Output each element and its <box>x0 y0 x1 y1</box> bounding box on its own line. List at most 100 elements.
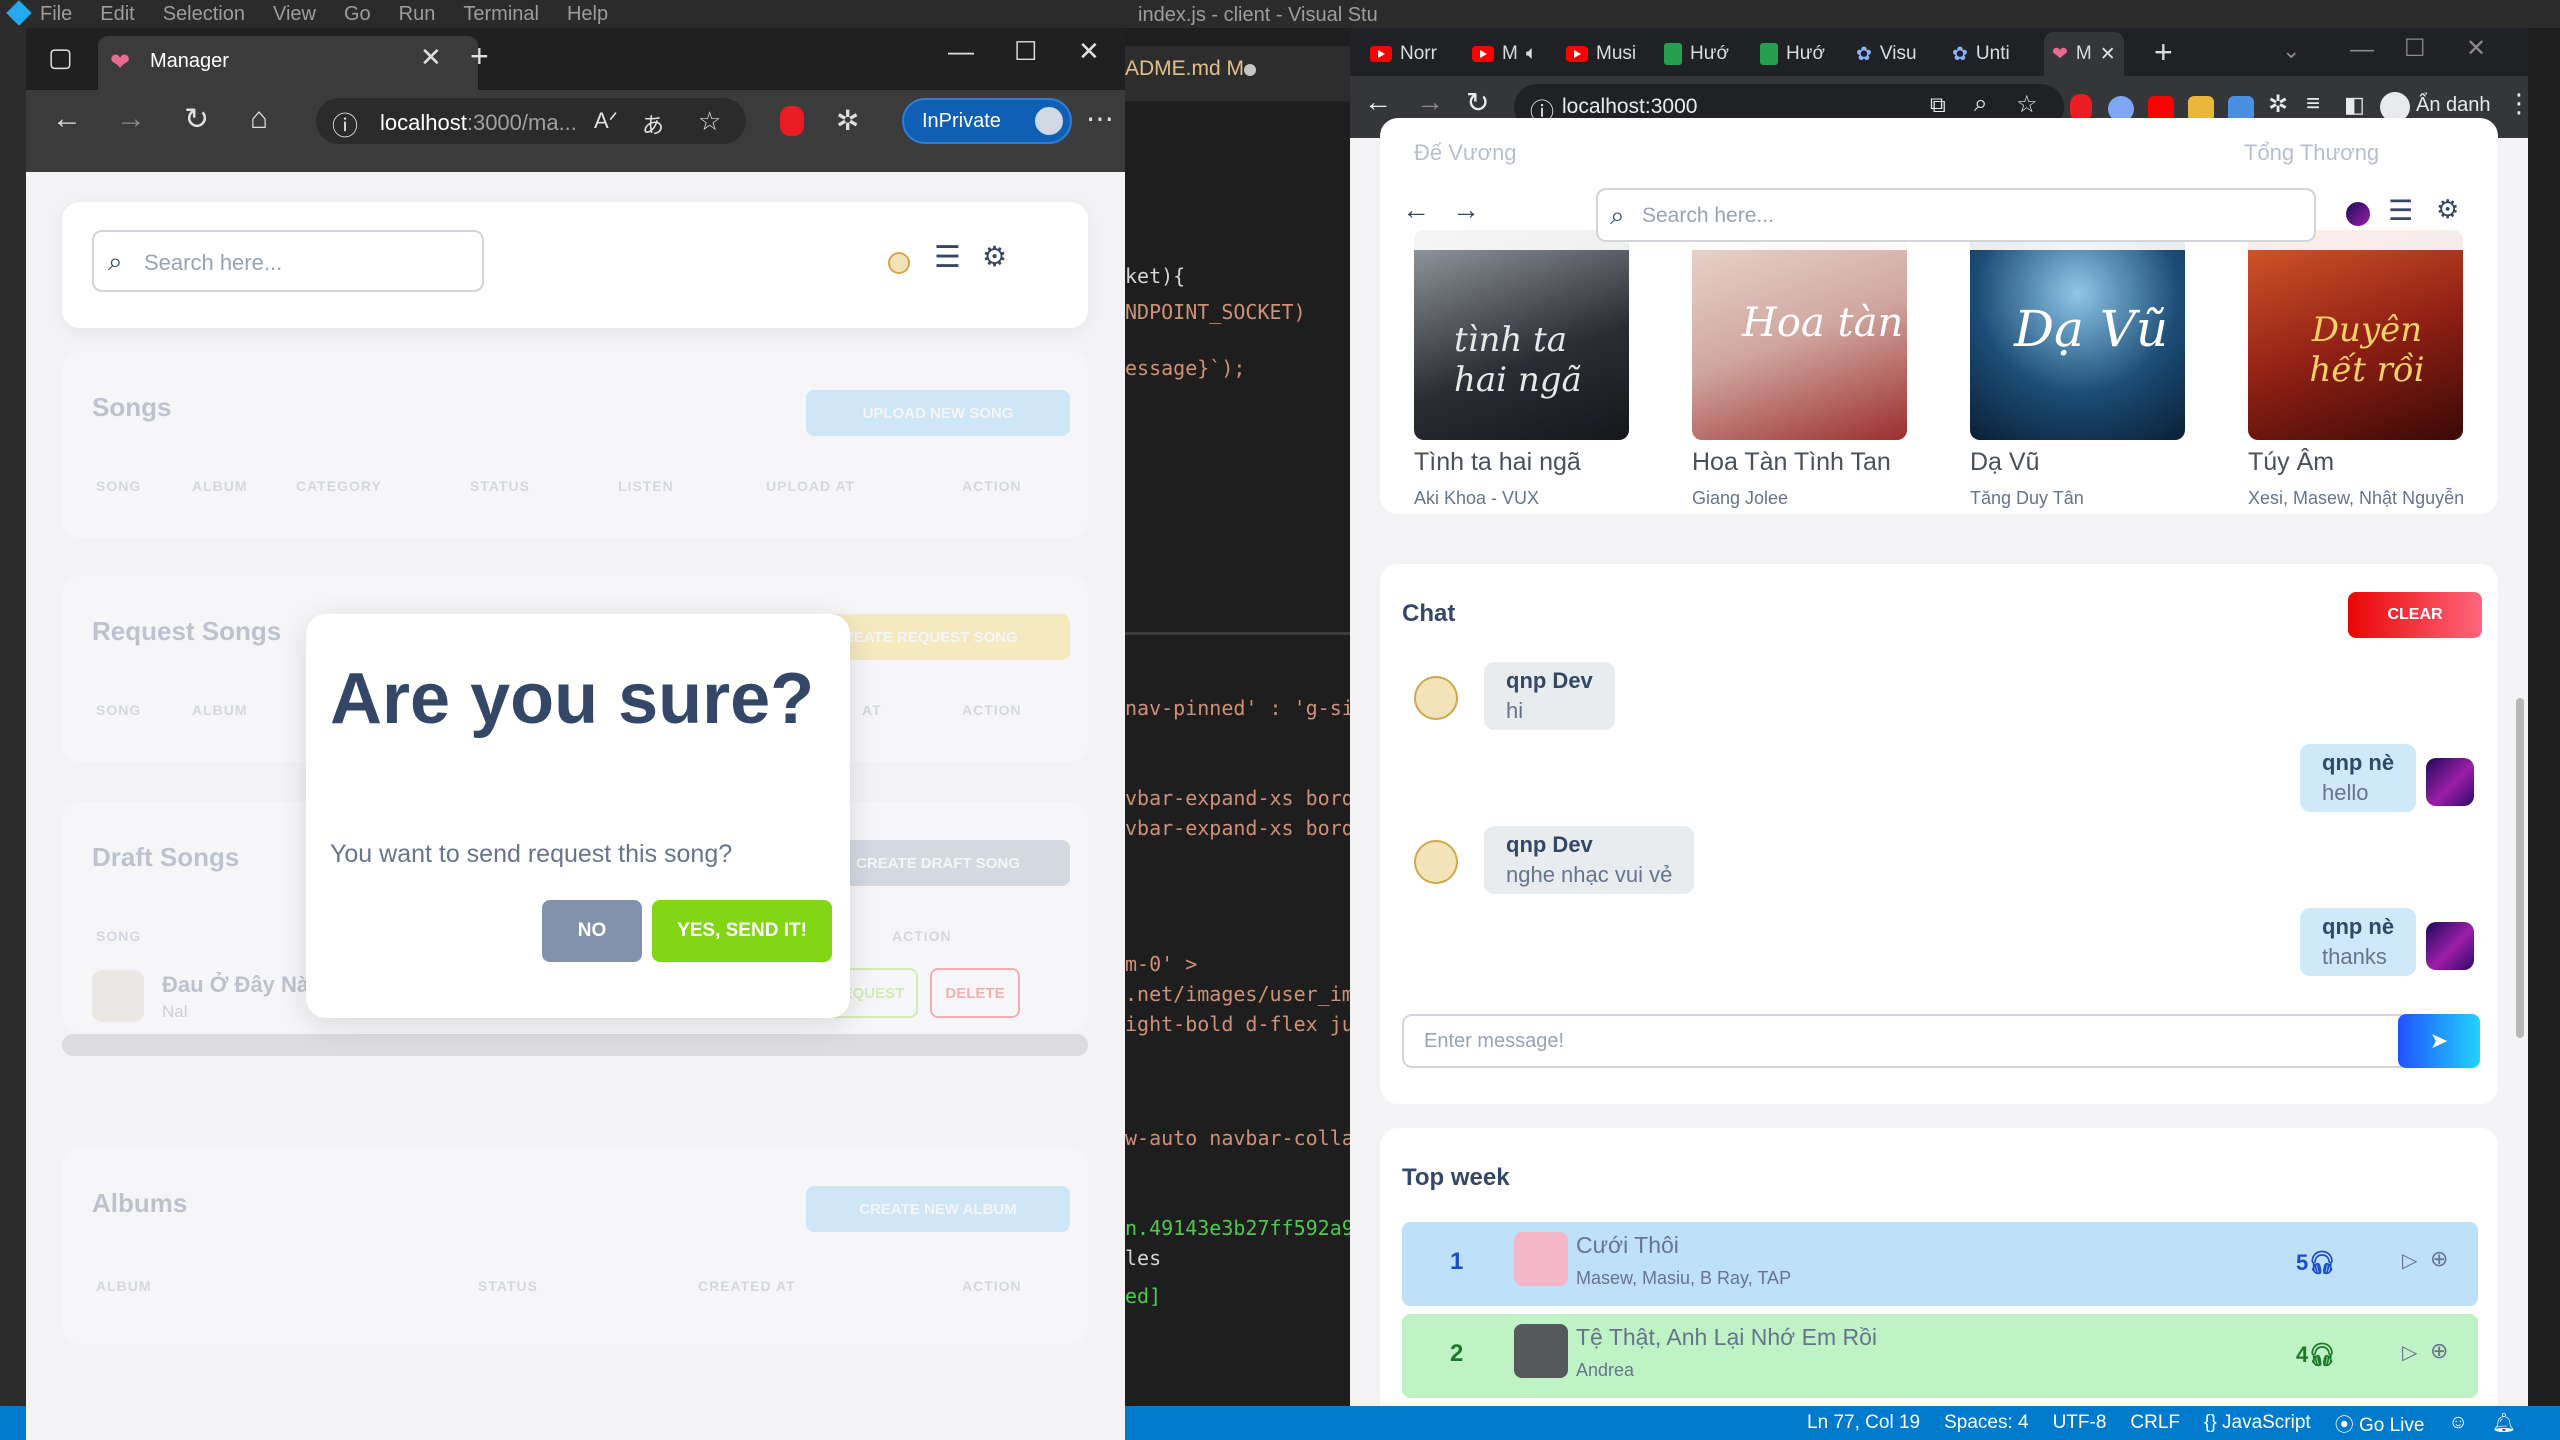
upload-new-song-button[interactable]: UPLOAD NEW SONG <box>806 390 1070 436</box>
chrome-tab[interactable]: ✿ Visu <box>1856 38 1917 70</box>
tab-actions-icon[interactable]: ▢ <box>48 42 73 73</box>
send-message-button[interactable]: ➤ <box>2398 1014 2480 1068</box>
settings-gear-icon[interactable]: ⚙ <box>2436 194 2459 225</box>
yes-send-button[interactable]: YES, SEND IT! <box>652 900 832 962</box>
close-window-icon[interactable]: ✕ <box>1078 36 1100 67</box>
extensions-puzzle-icon[interactable]: ✲ <box>2268 90 2288 119</box>
reload-icon[interactable]: ↻ <box>1466 86 1489 119</box>
chrome-url[interactable]: localhost:3000 <box>1562 95 1697 119</box>
zoom-icon[interactable]: ⌕ <box>1974 90 1987 118</box>
status-encoding[interactable]: UTF-8 <box>2053 1412 2107 1434</box>
minimize-icon[interactable]: — <box>948 36 974 67</box>
app-search-input[interactable]: ⌕ Search here... <box>1596 188 2316 242</box>
more-menu-icon[interactable]: ⋯ <box>1086 102 1114 135</box>
profile-avatar[interactable] <box>1032 104 1066 138</box>
menu-view[interactable]: View <box>273 3 316 26</box>
status-golive[interactable]: ⦿ Go Live <box>2335 1410 2425 1437</box>
chrome-tab[interactable]: Hướ <box>1664 38 1729 70</box>
vscode-menubar[interactable]: File Edit Selection View Go Run Terminal… <box>40 0 608 28</box>
page-scrollbar[interactable] <box>2516 698 2524 1038</box>
panel-divider[interactable] <box>1125 632 1350 635</box>
back-icon[interactable]: ← <box>52 102 82 136</box>
horizontal-scrollbar[interactable] <box>62 1034 1088 1056</box>
play-icon[interactable]: ▷ <box>2402 1248 2417 1273</box>
song-title[interactable]: Túy Âm <box>2248 448 2334 477</box>
manager-search-input[interactable]: ⌕ Search here... <box>92 230 484 292</box>
song-cover-tuy-am[interactable]: Duyên hết rồi <box>2248 230 2463 440</box>
tab-close-icon[interactable]: ✕ <box>420 42 442 73</box>
menu-run[interactable]: Run <box>399 3 436 26</box>
extensions-icon[interactable]: ✲ <box>836 104 859 137</box>
translate-icon[interactable]: あ <box>642 108 664 140</box>
add-to-playlist-icon[interactable]: ⊕ <box>2430 1246 2448 1272</box>
add-to-playlist-icon[interactable]: ⊕ <box>2430 1338 2448 1364</box>
close-window-icon[interactable]: ✕ <box>2466 34 2486 63</box>
new-tab-icon[interactable]: + <box>2154 34 2173 71</box>
chrome-tab-active[interactable]: ❤ M ✕ <box>2052 38 2116 70</box>
menu-edit[interactable]: Edit <box>100 3 134 26</box>
chrome-tab[interactable]: Hướ <box>1760 38 1825 70</box>
status-cursor-position[interactable]: Ln 77, Col 19 <box>1807 1412 1920 1434</box>
user-avatar-icon[interactable] <box>888 252 910 274</box>
edge-tab-title[interactable]: Manager <box>150 50 229 73</box>
reading-list-icon[interactable]: ≡ <box>2306 90 2320 118</box>
favorite-add-icon[interactable]: ☆ <box>698 106 721 137</box>
maximize-icon[interactable]: ☐ <box>1014 36 1037 67</box>
menu-file[interactable]: File <box>40 3 72 26</box>
menu-hamburger-icon[interactable]: ☰ <box>2388 194 2413 227</box>
user-avatar-icon[interactable] <box>2346 202 2370 226</box>
top-week-row[interactable]: 2 Tệ Thật, Anh Lại Nhớ Em Rồi Andrea 4🎧︎… <box>1402 1314 2478 1398</box>
minimize-icon[interactable]: — <box>2350 36 2374 64</box>
back-icon[interactable]: ← <box>1364 86 1392 118</box>
tab-search-icon[interactable]: ⌄ <box>2282 38 2300 64</box>
home-icon[interactable]: ⌂ <box>250 102 268 136</box>
settings-gear-icon[interactable]: ⚙ <box>982 240 1007 273</box>
chrome-tab[interactable]: ✿ Unti <box>1952 38 2010 70</box>
delete-button[interactable]: DELETE <box>930 968 1020 1018</box>
incognito-label[interactable]: Ẩn danh <box>2416 94 2491 117</box>
song-cover-hoa-tan[interactable]: Hoa tàn <box>1692 230 1907 440</box>
menu-terminal[interactable]: Terminal <box>463 3 539 26</box>
vscode-tab-label[interactable]: ADME.md M <box>1125 57 1244 81</box>
adblock-extension-icon[interactable] <box>780 106 804 136</box>
chat-message-input[interactable]: Enter message! <box>1402 1014 2402 1068</box>
bell-icon[interactable]: 🔔︎ <box>2492 1411 2516 1435</box>
top-week-row[interactable]: 1 Cưới Thôi Masew, Masiu, B Ray, TAP 5🎧︎… <box>1402 1222 2478 1306</box>
chrome-tab[interactable]: M 🔈︎ <box>1472 38 1537 70</box>
song-title[interactable]: Hoa Tàn Tình Tan <box>1692 448 1891 477</box>
song-title[interactable]: Tình ta hai ngã <box>1414 448 1581 477</box>
bookmark-star-icon[interactable]: ☆ <box>2016 90 2038 119</box>
clear-chat-button[interactable]: CLEAR <box>2348 592 2482 638</box>
menu-go[interactable]: Go <box>344 3 371 26</box>
no-button[interactable]: NO <box>542 900 642 962</box>
menu-help[interactable]: Help <box>567 3 608 26</box>
forward-icon[interactable]: → <box>1416 86 1444 118</box>
nav-forward-icon[interactable]: → <box>1452 194 1480 226</box>
maximize-icon[interactable]: ☐ <box>2404 34 2426 63</box>
site-info-icon[interactable]: ⓘ <box>332 106 358 143</box>
vscode-code-area[interactable]: ket){ NDPOINT_SOCKET) essage}`); nav-pin… <box>1125 240 1366 1400</box>
create-new-album-button[interactable]: CREATE NEW ALBUM <box>806 1186 1070 1232</box>
read-aloud-icon[interactable]: Aᐟ <box>594 108 618 134</box>
new-tab-icon[interactable]: + <box>470 38 489 75</box>
vscode-scrollbar-gutter[interactable] <box>2528 28 2560 1406</box>
tab-close-icon[interactable]: ✕ <box>2100 43 2116 66</box>
translate-icon[interactable]: ⧉ <box>1930 92 1946 118</box>
menu-selection[interactable]: Selection <box>163 3 245 26</box>
play-icon[interactable]: ▷ <box>2402 1340 2417 1365</box>
feedback-icon[interactable]: ☺ <box>2448 1412 2467 1434</box>
song-title[interactable]: Dạ Vũ <box>1970 448 2039 477</box>
status-eol[interactable]: CRLF <box>2130 1412 2180 1434</box>
vscode-activity-bar[interactable] <box>0 28 26 1440</box>
nav-back-icon[interactable]: ← <box>1402 194 1430 226</box>
menu-hamburger-icon[interactable]: ☰ <box>934 240 961 275</box>
refresh-icon[interactable]: ↻ <box>184 102 209 137</box>
song-cover-tinh-ta-hai-nga[interactable]: tình ta hai ngã <box>1414 230 1629 440</box>
song-cover-da-vu[interactable]: Dạ Vũ <box>1970 230 2185 440</box>
status-language[interactable]: {} JavaScript <box>2204 1412 2311 1434</box>
status-indentation[interactable]: Spaces: 4 <box>1944 1412 2029 1434</box>
chrome-tab[interactable]: Norr <box>1370 38 1437 70</box>
chrome-menu-icon[interactable]: ⋮ <box>2506 88 2528 119</box>
chrome-tab[interactable]: Musi <box>1566 38 1636 70</box>
forward-icon[interactable]: → <box>116 102 146 136</box>
